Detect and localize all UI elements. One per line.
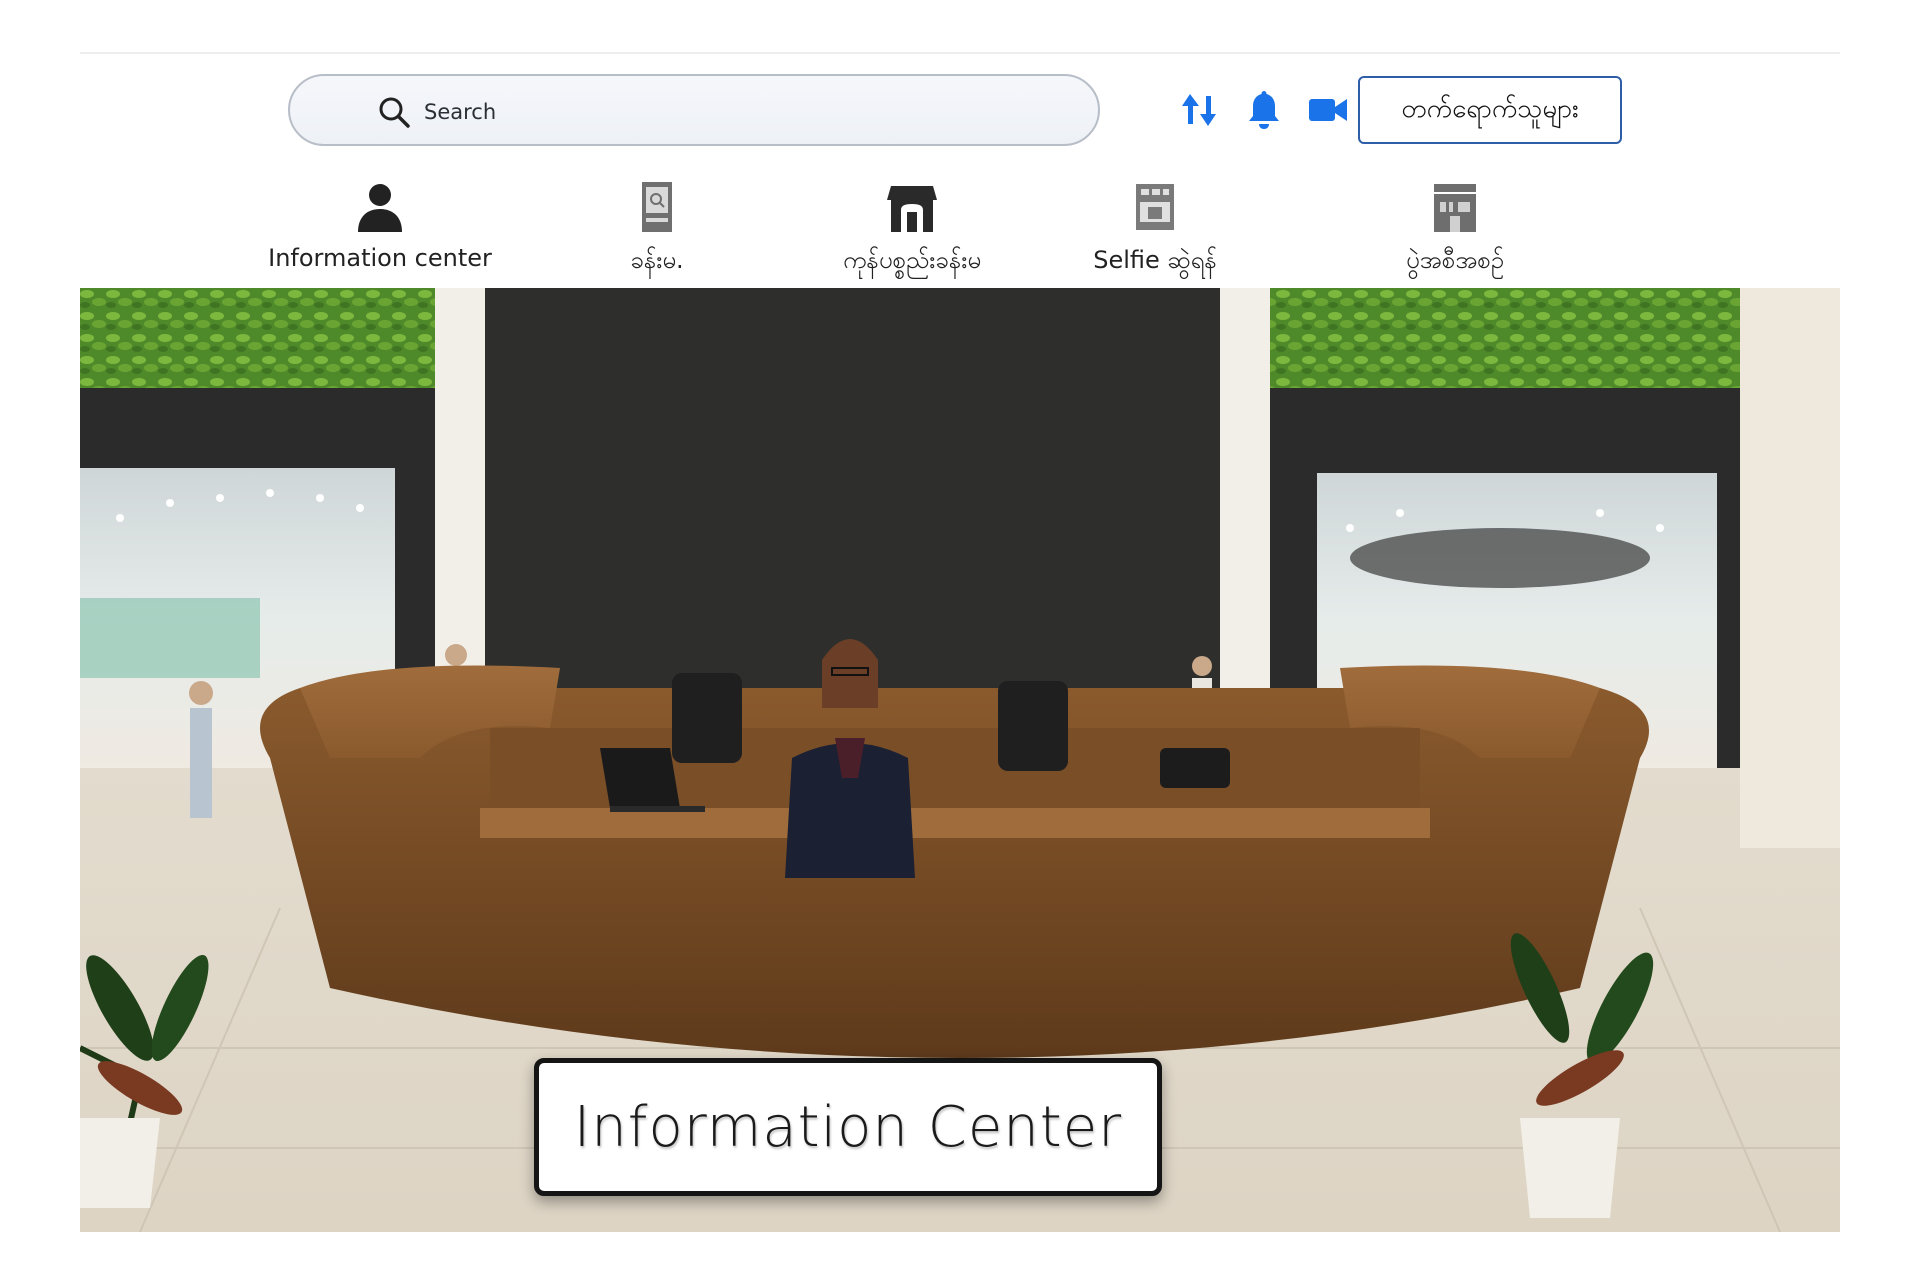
swap-arrows-icon[interactable] — [1178, 88, 1222, 132]
nav-item-information-center[interactable]: Information center — [265, 178, 495, 288]
person-icon — [358, 184, 402, 232]
nav-label: Information center — [268, 244, 492, 272]
information-center-sign[interactable]: Information Center — [534, 1058, 1162, 1196]
sign-text: Information Center — [573, 1094, 1123, 1160]
nav-label: ကုန်ပစ္စည်းခန်းမ — [842, 246, 982, 274]
event-building-icon — [1434, 184, 1476, 232]
bell-icon[interactable] — [1242, 88, 1286, 132]
search-icon — [379, 97, 410, 128]
nav-label: ပွဲအစီအစဉ် — [1405, 246, 1505, 274]
storefront-icon — [887, 186, 937, 232]
nav-item-event-schedule[interactable]: ပွဲအစီအစဉ် — [1340, 178, 1570, 288]
hall-icon — [642, 182, 672, 232]
search-input[interactable] — [422, 90, 1066, 134]
top-divider — [80, 52, 1840, 54]
search-bar[interactable] — [288, 74, 1100, 146]
nav-item-hall[interactable]: ခန်းမ. — [542, 178, 772, 288]
selfie-booth-icon — [1136, 184, 1174, 230]
virtual-lobby-scene: Information Center — [80, 288, 1840, 1232]
nav-label: ခန်းမ. — [630, 246, 684, 274]
nav-item-selfie[interactable]: Selfie ဆွဲရန် — [1040, 178, 1270, 288]
nav-item-exhibition-hall[interactable]: ကုန်ပစ္စည်းခန်းမ — [797, 178, 1027, 288]
attendees-button[interactable]: တက်ရောက်သူများ — [1358, 76, 1622, 144]
video-camera-icon[interactable] — [1306, 88, 1350, 132]
nav-label: Selfie ဆွဲရန် — [1093, 246, 1217, 274]
